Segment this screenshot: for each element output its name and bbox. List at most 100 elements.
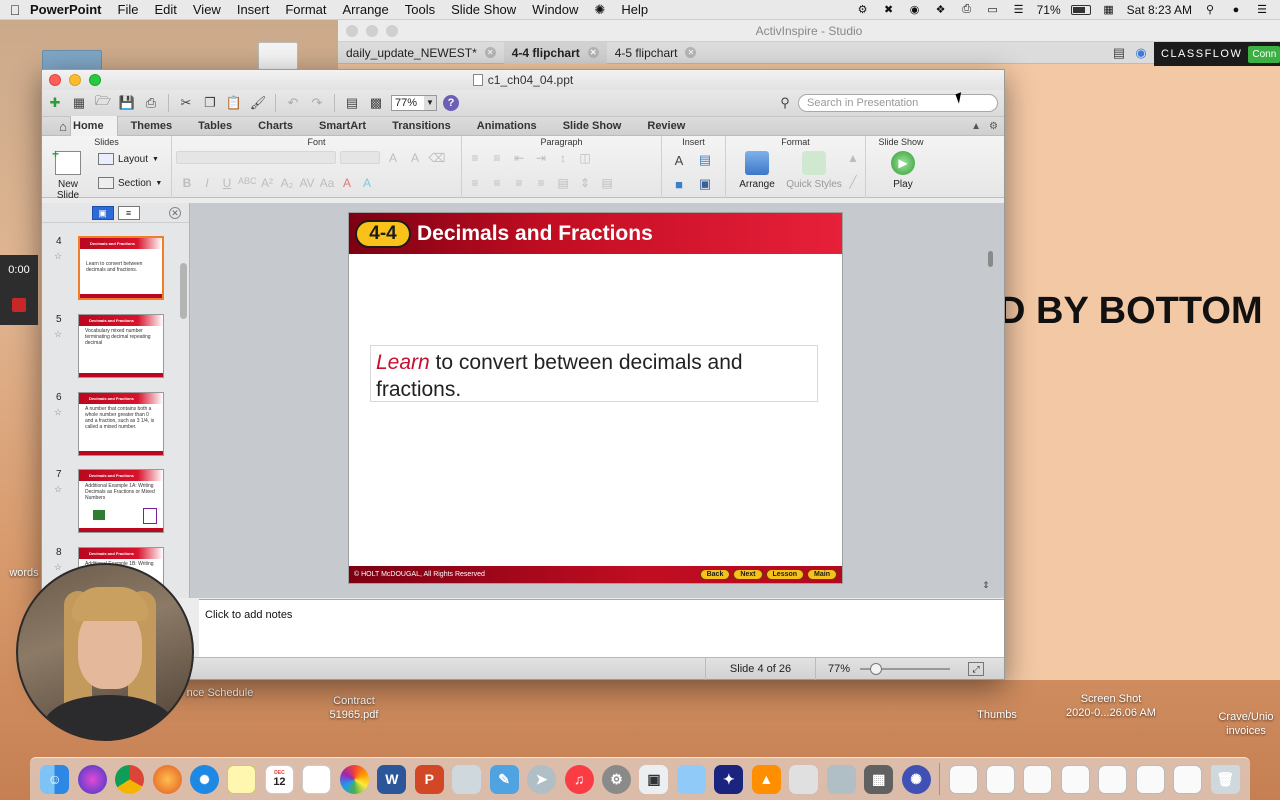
menu-edit[interactable]: Edit: [154, 2, 176, 17]
script-editor-icon[interactable]: ✎: [489, 764, 519, 794]
justify-icon[interactable]: ≡: [532, 176, 550, 190]
sidebar-toggle-icon[interactable]: ▤: [343, 94, 361, 112]
decrease-font-icon[interactable]: A: [406, 151, 424, 165]
line-color-icon[interactable]: ╱: [844, 175, 862, 189]
close-status-icon[interactable]: ✖: [881, 3, 897, 17]
tab-transitions[interactable]: Transitions: [379, 116, 464, 136]
strikethrough-icon[interactable]: ABC: [238, 176, 257, 190]
quick-styles-button[interactable]: Quick Styles: [784, 151, 844, 190]
reminders-icon[interactable]: [302, 764, 332, 794]
vlc-icon[interactable]: ▲: [751, 764, 781, 794]
text-direction-icon[interactable]: ⇕: [576, 176, 594, 190]
main-button[interactable]: Main: [807, 569, 837, 580]
back-button[interactable]: Back: [699, 569, 731, 580]
launchpad-icon[interactable]: ➤: [527, 764, 557, 794]
tab-4-4-flipchart[interactable]: 4-4 flipchart ✕: [503, 41, 607, 64]
desktop-label-thumbs[interactable]: Thumbs: [962, 708, 1032, 722]
calendar-icon[interactable]: DEC 12: [264, 764, 294, 794]
open-icon[interactable]: 🗁: [94, 93, 112, 112]
font-name-select[interactable]: [176, 151, 336, 164]
firefox-icon[interactable]: [152, 764, 182, 794]
copy-icon[interactable]: ❐: [201, 94, 219, 112]
menu-window[interactable]: Window: [532, 2, 578, 17]
thumbnail-scrollbar[interactable]: [180, 263, 187, 319]
user-icon[interactable]: ◉: [1132, 44, 1150, 62]
snagit-icon[interactable]: ✺: [901, 764, 931, 794]
align-text-icon[interactable]: ▤: [598, 176, 616, 190]
desktop-label-screenshot[interactable]: Screen Shot 2020-0...26.06 AM: [1046, 692, 1176, 720]
tab-daily-update[interactable]: daily_update_NEWEST* ✕: [338, 42, 504, 64]
system-preferences-icon[interactable]: ⚙: [602, 764, 632, 794]
battery-icon[interactable]: [1070, 4, 1091, 15]
document-stack-icon[interactable]: [1023, 764, 1053, 794]
notes-icon[interactable]: [227, 764, 257, 794]
clock[interactable]: Sat 8:23 AM: [1127, 3, 1192, 17]
align-right-icon[interactable]: ≡: [510, 176, 528, 190]
slides-view-button[interactable]: ▣: [91, 205, 114, 220]
notification-center-icon[interactable]: ☰: [1254, 3, 1270, 17]
minimize-window-button[interactable]: [69, 74, 81, 86]
text-box-icon[interactable]: A: [670, 151, 688, 169]
font-size-select[interactable]: [340, 151, 380, 164]
underline-icon[interactable]: U: [218, 176, 236, 190]
line-spacing-icon[interactable]: ↕: [554, 151, 572, 165]
fit-to-window-button[interactable]: ⤢: [968, 661, 985, 676]
slide-scrollbar[interactable]: [988, 251, 993, 267]
ribbon-settings-icon[interactable]: ⚙: [989, 121, 998, 132]
classflow-connect-button[interactable]: Conn: [1248, 45, 1280, 63]
italic-icon[interactable]: I: [198, 176, 216, 190]
app-status-icon[interactable]: ◉: [907, 3, 923, 17]
zoom-slider[interactable]: [860, 662, 951, 675]
screenshot-icon[interactable]: ▣: [639, 764, 669, 794]
image-capture-icon[interactable]: [826, 764, 856, 794]
notebook-icon[interactable]: ▤: [1110, 44, 1128, 62]
slide-text-box[interactable]: Learn to convert between decimals and fr…: [370, 345, 818, 402]
zoom-slider-knob[interactable]: [870, 662, 883, 675]
lesson-button[interactable]: Lesson: [765, 569, 805, 580]
font-color-icon[interactable]: A: [338, 176, 356, 190]
text-effect-icon[interactable]: A: [358, 176, 376, 190]
prev-next-slide-icon[interactable]: ⇕: [977, 576, 995, 594]
tab-slide-show[interactable]: Slide Show: [550, 116, 635, 136]
gallery-icon[interactable]: ▩: [367, 94, 385, 112]
music-icon[interactable]: ♫: [564, 764, 594, 794]
increase-font-icon[interactable]: A: [384, 151, 402, 165]
close-tab-icon[interactable]: ✕: [685, 47, 697, 58]
print-icon[interactable]: ⎙: [142, 94, 160, 112]
menu-help[interactable]: Help: [621, 2, 648, 17]
undo-icon[interactable]: ↶: [284, 94, 302, 112]
clear-format-icon[interactable]: ⌫: [428, 151, 446, 165]
siri-icon[interactable]: ●: [1228, 3, 1244, 17]
outline-view-button[interactable]: ≡: [117, 205, 140, 220]
document-stack-icon[interactable]: [1173, 764, 1203, 794]
zoom-window-button[interactable]: [89, 74, 101, 86]
airplay-icon[interactable]: ▭: [985, 3, 1001, 17]
save-icon[interactable]: 💾: [118, 94, 136, 112]
record-stop-button[interactable]: [12, 298, 26, 312]
distributed-icon[interactable]: ▤: [554, 176, 572, 190]
numbering-icon[interactable]: ≡: [488, 151, 506, 165]
menu-tools[interactable]: Tools: [405, 2, 435, 17]
menu-view[interactable]: View: [193, 2, 221, 17]
next-button[interactable]: Next: [733, 569, 763, 580]
new-icon[interactable]: ✚: [46, 94, 64, 112]
change-case-icon[interactable]: Aa: [318, 176, 336, 190]
apple-menu-icon[interactable]: : [0, 2, 30, 18]
tab-charts[interactable]: Charts: [245, 116, 306, 136]
printer-icon[interactable]: ⎙: [959, 3, 975, 17]
tab-tables[interactable]: Tables: [185, 116, 245, 136]
spotlight-search-icon[interactable]: ⚲: [1202, 3, 1218, 17]
menu-insert[interactable]: Insert: [237, 2, 270, 17]
menu-file[interactable]: File: [118, 2, 139, 17]
desktop-label-contract[interactable]: Contract 51965.pdf: [310, 694, 398, 722]
close-window-button[interactable]: [49, 74, 61, 86]
document-stack-icon[interactable]: [1098, 764, 1128, 794]
fill-color-icon[interactable]: ▲: [844, 151, 862, 165]
dropbox-icon[interactable]: ❖: [933, 3, 949, 17]
finder-icon[interactable]: ☺: [40, 764, 70, 794]
document-stack-icon[interactable]: [1135, 764, 1165, 794]
script-menu-icon[interactable]: ✺: [594, 2, 605, 18]
siri-icon[interactable]: [77, 764, 107, 794]
tab-review[interactable]: Review: [634, 116, 698, 136]
increase-indent-icon[interactable]: ⇥: [532, 151, 550, 165]
